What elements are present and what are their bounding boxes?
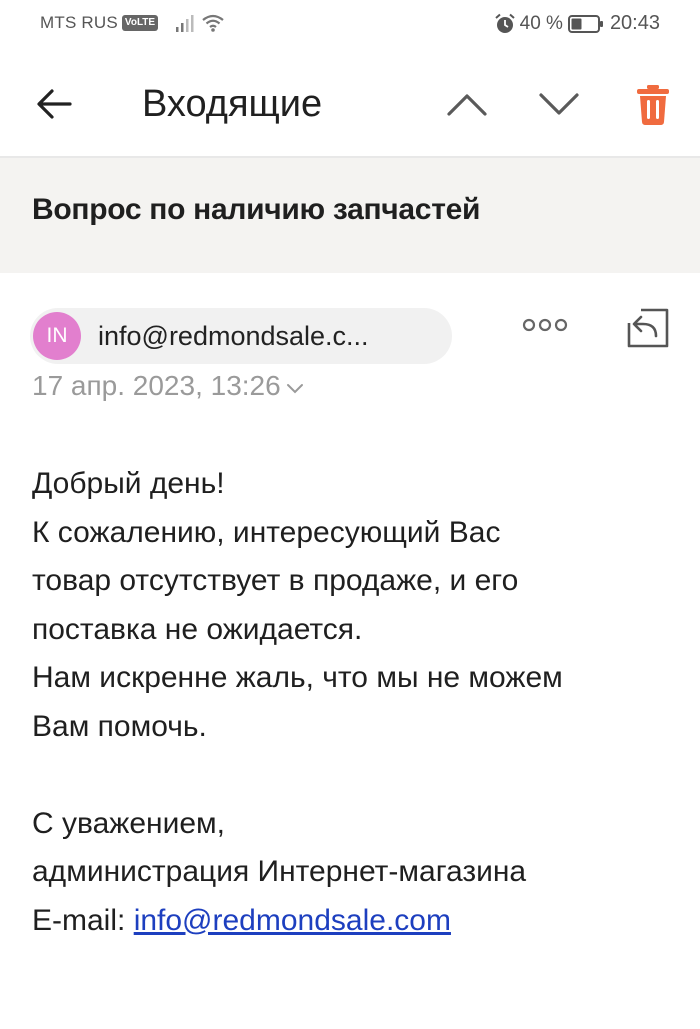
chevron-down-icon — [286, 384, 303, 394]
body-line: Нам искренне жаль, что мы не можем — [32, 661, 563, 694]
volte-badge: VoLTE — [121, 15, 159, 31]
signature-line: администрация Интернет-магазина — [32, 855, 527, 888]
reply-button[interactable] — [625, 302, 673, 350]
chevron-down-icon — [539, 93, 579, 115]
body-line: Добрый день! — [32, 467, 225, 500]
sender-chip[interactable]: IN info@redmondsale.c... — [30, 308, 452, 364]
signature-line: С уважением, — [32, 806, 226, 840]
subject-band: Вопрос по наличию запчастей — [0, 158, 700, 273]
body-line: Вам помочь. — [32, 709, 207, 743]
signal-icon — [176, 15, 194, 32]
email-link[interactable]: info@redmondsale.com — [134, 904, 451, 937]
message-subject: Вопрос по наличию запчастей — [32, 193, 481, 226]
status-bar: MTS RUS VoLTE 40 % 20:43 — [0, 0, 700, 50]
carrier-name: MTS RUS — [40, 13, 118, 32]
alarm-icon — [494, 13, 515, 33]
toolbar: Входящие — [0, 50, 700, 156]
chevron-up-icon — [447, 94, 487, 116]
message-date-toggle[interactable]: 17 апр. 2023, 13:26 — [32, 370, 304, 402]
reply-icon — [627, 308, 669, 348]
more-dots-icon — [522, 318, 568, 332]
more-options-button[interactable] — [520, 314, 570, 336]
delete-button[interactable] — [630, 80, 676, 128]
body-line: поставка не ожидается. — [32, 612, 363, 646]
next-message-button[interactable] — [536, 84, 582, 124]
arrow-left-icon — [37, 89, 72, 119]
body-line: К сожалению, интересующий Вас — [32, 515, 501, 549]
previous-message-button[interactable] — [444, 84, 490, 124]
message-date: 17 апр. 2023, 13:26 — [32, 370, 281, 401]
back-button[interactable] — [30, 80, 80, 128]
signature-email-line: E-mail: info@redmondsale.com — [32, 897, 682, 946]
wifi-icon — [202, 14, 224, 32]
message-body: Добрый день! К сожалению, интересующий В… — [32, 460, 682, 945]
battery-icon — [567, 14, 603, 33]
trash-icon — [637, 85, 669, 125]
status-right: 40 % 20:43 — [494, 12, 660, 35]
avatar: IN — [33, 312, 81, 360]
sender-email: info@redmondsale.c... — [98, 320, 369, 351]
body-line: товар отсутствует в продаже, и его — [32, 564, 519, 597]
folder-title: Входящие — [142, 83, 323, 125]
email-label: E-mail: — [32, 903, 134, 937]
clock: 20:43 — [609, 12, 660, 34]
battery-percent: 40 % — [519, 12, 563, 34]
status-left: MTS RUS VoLTE — [40, 13, 225, 33]
